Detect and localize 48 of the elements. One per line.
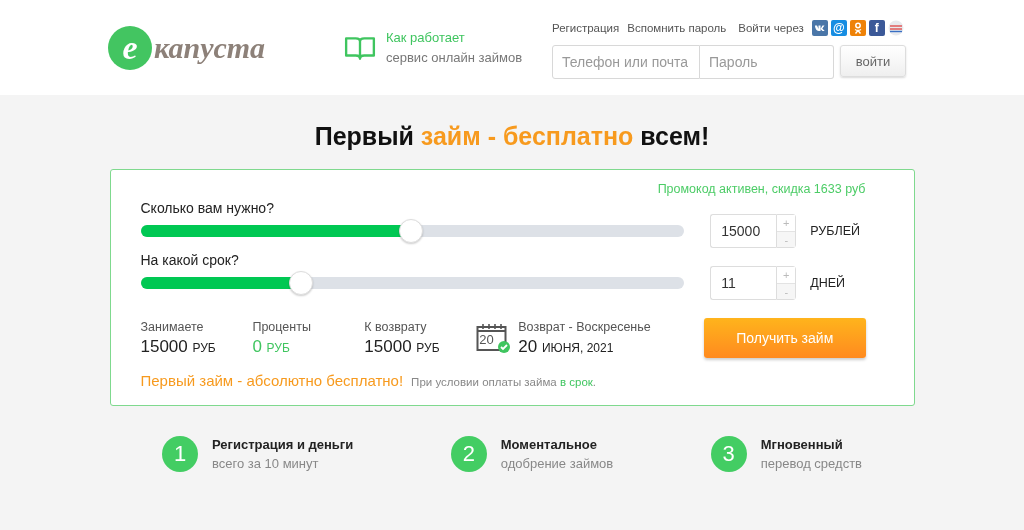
summary-value: 15000 РУБ — [140, 336, 217, 357]
login-field[interactable]: Телефон или почта — [552, 45, 700, 79]
header-link[interactable]: Вспомнить пароль — [627, 22, 727, 34]
summary-value: 15000 РУБ — [364, 336, 441, 357]
logo-text: капуста — [154, 30, 266, 65]
social-login-label: Войти через — [738, 22, 804, 34]
promo-text: Промокод активен, скидка 1633 руб — [656, 182, 866, 196]
headline: Первый займ - бесплатно всем! — [314, 121, 710, 151]
decrement-button[interactable]: - — [777, 231, 796, 247]
return-date: 20 ИЮНЯ, 2021 — [518, 336, 615, 357]
step-number: 1 — [162, 436, 198, 472]
step-number: 3 — [710, 436, 747, 472]
unit-label: РУБЛЕЙ — [810, 224, 861, 238]
get-loan-button[interactable]: Получить займ — [703, 318, 866, 358]
free-loan-text: Первый займ - абсолютно бесплатно! — [140, 372, 404, 389]
summary-label: Занимаете — [140, 319, 205, 334]
summary-value: 0 РУБ — [252, 336, 291, 357]
step-title: Регистрация и деньги — [212, 437, 354, 452]
header-link[interactable]: Регистрация — [552, 22, 620, 34]
summary-label: Проценты — [252, 319, 312, 334]
vk-icon[interactable] — [811, 20, 828, 36]
step-subtitle: одобрение займов — [500, 456, 614, 471]
person-icon[interactable] — [849, 20, 866, 36]
value-field[interactable]: 15000 — [710, 214, 777, 248]
slider-label: На какой срок? — [140, 252, 240, 268]
step-title: Моментальное — [500, 437, 598, 452]
on-time-link[interactable]: в срок — [559, 376, 593, 388]
login-button[interactable]: войти — [840, 45, 906, 77]
how-it-works-link[interactable]: Как работает — [386, 30, 523, 45]
decrement-button[interactable]: - — [777, 283, 796, 299]
slider-label: Сколько вам нужно? — [140, 200, 275, 216]
unit-label: ДНЕЙ — [810, 276, 847, 290]
value-field[interactable]: 11 — [710, 266, 777, 300]
logo-badge: е — [108, 25, 152, 70]
password-field[interactable]: Пароль — [700, 45, 834, 79]
step-number: 2 — [450, 436, 487, 472]
social-login-icon[interactable]: @ — [830, 20, 847, 36]
condition-text: При условии оплаты займа в срок. — [411, 376, 597, 388]
step-title: Мгновенный — [760, 437, 844, 452]
step-subtitle: всего за 10 минут — [212, 456, 320, 471]
how-it-works-subtitle: сервис онлайн займов — [386, 50, 523, 65]
step-subtitle: перевод средств — [760, 456, 862, 471]
globe-icon[interactable] — [887, 20, 904, 36]
summary-label: К возврату — [364, 319, 428, 334]
return-label: Возврат - Воскресенье — [518, 319, 651, 334]
slider-thumb[interactable] — [288, 271, 313, 295]
social-login-icon[interactable]: f — [868, 20, 885, 36]
slider-thumb[interactable] — [398, 219, 423, 243]
